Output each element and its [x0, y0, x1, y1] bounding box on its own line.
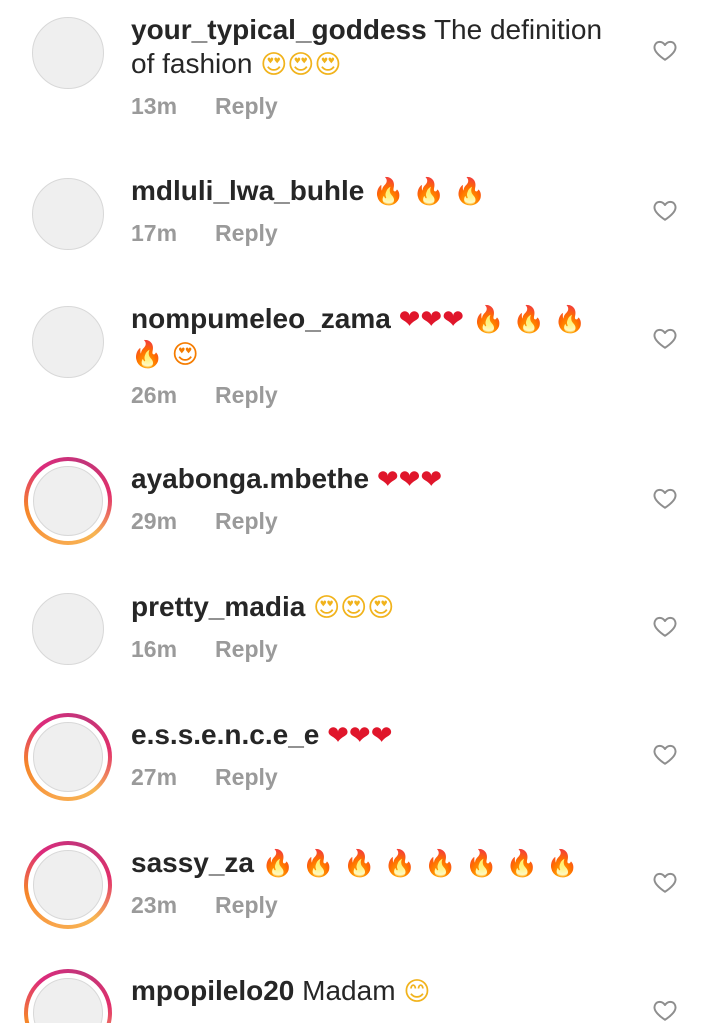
- heart-outline-icon[interactable]: [652, 613, 678, 639]
- comment-username[interactable]: your_typical_goddess: [131, 14, 427, 45]
- avatar-image: [32, 306, 104, 378]
- comment-text: nompumeleo_zama ❤❤❤ 🔥 🔥 🔥 🔥 😍: [131, 302, 631, 372]
- comment-item: your_typical_goddess The definition of f…: [0, 0, 720, 150]
- reply-button[interactable]: Reply: [215, 508, 278, 534]
- comment-timestamp: 16m: [131, 636, 178, 662]
- comment-meta: 16m Reply: [131, 636, 278, 663]
- comment-text: ayabonga.mbethe ❤❤❤: [131, 462, 631, 497]
- avatar-story-ring[interactable]: [24, 713, 112, 801]
- comment-meta: 26m Reply: [131, 382, 278, 409]
- avatar-image: [32, 593, 104, 665]
- comment-timestamp: 26m: [131, 382, 178, 408]
- comment-emoji-line2: 🔥 😍: [131, 340, 199, 370]
- avatar[interactable]: [24, 298, 112, 386]
- comment-emoji: ❤❤❤: [327, 721, 393, 751]
- reply-button[interactable]: Reply: [215, 220, 278, 246]
- reply-button[interactable]: Reply: [215, 93, 278, 119]
- comment-text: sassy_za 🔥 🔥 🔥 🔥 🔥 🔥 🔥 🔥: [131, 846, 631, 881]
- comment-text: mpopilelo20 Madam 😊: [131, 974, 631, 1009]
- comment-meta: 17m Reply: [131, 220, 278, 247]
- comment-username[interactable]: nompumeleo_zama: [131, 303, 391, 334]
- comment-item: nompumeleo_zama ❤❤❤ 🔥 🔥 🔥 🔥 😍 26m Reply: [0, 278, 720, 440]
- comment-text: pretty_madia 😍😍😍: [131, 590, 631, 625]
- comment-username[interactable]: mpopilelo20: [131, 975, 294, 1006]
- heart-outline-icon[interactable]: [652, 741, 678, 767]
- comment-item: ayabonga.mbethe ❤❤❤ 29m Reply: [0, 440, 720, 568]
- reply-button[interactable]: Reply: [215, 764, 278, 790]
- comment-emoji: 😍😍😍: [260, 50, 342, 80]
- comment-timestamp: 13m: [131, 93, 178, 119]
- comment-username[interactable]: ayabonga.mbethe: [131, 463, 369, 494]
- comment-username[interactable]: mdluli_lwa_buhle: [131, 175, 364, 206]
- comment-username[interactable]: e.s.s.e.n.c.e_e: [131, 719, 319, 750]
- avatar[interactable]: [24, 9, 112, 97]
- comment-username[interactable]: pretty_madia: [131, 591, 305, 622]
- reply-button[interactable]: Reply: [215, 382, 278, 408]
- avatar[interactable]: [24, 170, 112, 258]
- comment-timestamp: 17m: [131, 220, 178, 246]
- heart-outline-icon[interactable]: [652, 485, 678, 511]
- comment-text: mdluli_lwa_buhle 🔥 🔥 🔥: [131, 174, 631, 209]
- comment-timestamp: 29m: [131, 508, 178, 534]
- comment-body: Madam: [302, 975, 396, 1006]
- heart-outline-icon[interactable]: [652, 37, 678, 63]
- avatar-story-ring[interactable]: [24, 457, 112, 545]
- avatar-image: [33, 978, 103, 1023]
- comment-item: mpopilelo20 Madam 😊: [0, 952, 720, 1023]
- comment-emoji: 🔥 🔥 🔥 🔥 🔥 🔥 🔥 🔥: [261, 849, 579, 879]
- comment-text: your_typical_goddess The definition of f…: [131, 13, 631, 82]
- avatar[interactable]: [24, 585, 112, 673]
- heart-outline-icon[interactable]: [652, 869, 678, 895]
- comment-emoji: 😊: [403, 977, 431, 1007]
- reply-button[interactable]: Reply: [215, 892, 278, 918]
- comment-emoji: 🔥 🔥 🔥: [372, 177, 486, 207]
- comment-item: sassy_za 🔥 🔥 🔥 🔥 🔥 🔥 🔥 🔥 23m Reply: [0, 824, 720, 952]
- comment-item: pretty_madia 😍😍😍 16m Reply: [0, 568, 720, 696]
- comment-item: mdluli_lwa_buhle 🔥 🔥 🔥 17m Reply: [0, 150, 720, 278]
- heart-outline-icon[interactable]: [652, 325, 678, 351]
- avatar-image: [33, 466, 103, 536]
- comment-timestamp: 23m: [131, 892, 178, 918]
- comment-emoji: ❤❤❤: [376, 465, 443, 495]
- comment-timestamp: 27m: [131, 764, 178, 790]
- reply-button[interactable]: Reply: [215, 636, 278, 662]
- avatar-image: [32, 178, 104, 250]
- avatar-image: [32, 17, 104, 89]
- heart-outline-icon[interactable]: [652, 997, 678, 1023]
- heart-outline-icon[interactable]: [652, 197, 678, 223]
- comment-text: e.s.s.e.n.c.e_e ❤❤❤: [131, 718, 631, 753]
- avatar-story-ring[interactable]: [24, 841, 112, 929]
- avatar-story-ring[interactable]: [24, 969, 112, 1023]
- comment-meta: 23m Reply: [131, 892, 278, 919]
- comment-meta: 29m Reply: [131, 508, 278, 535]
- comment-emoji: ❤❤❤ 🔥 🔥 🔥: [398, 305, 586, 335]
- comment-meta: 27m Reply: [131, 764, 278, 791]
- comment-meta: 13m Reply: [131, 93, 278, 120]
- avatar-image: [33, 722, 103, 792]
- comment-emoji: 😍😍😍: [313, 593, 395, 623]
- comment-username[interactable]: sassy_za: [131, 847, 254, 878]
- avatar-image: [33, 850, 103, 920]
- comment-item: e.s.s.e.n.c.e_e ❤❤❤ 27m Reply: [0, 696, 720, 824]
